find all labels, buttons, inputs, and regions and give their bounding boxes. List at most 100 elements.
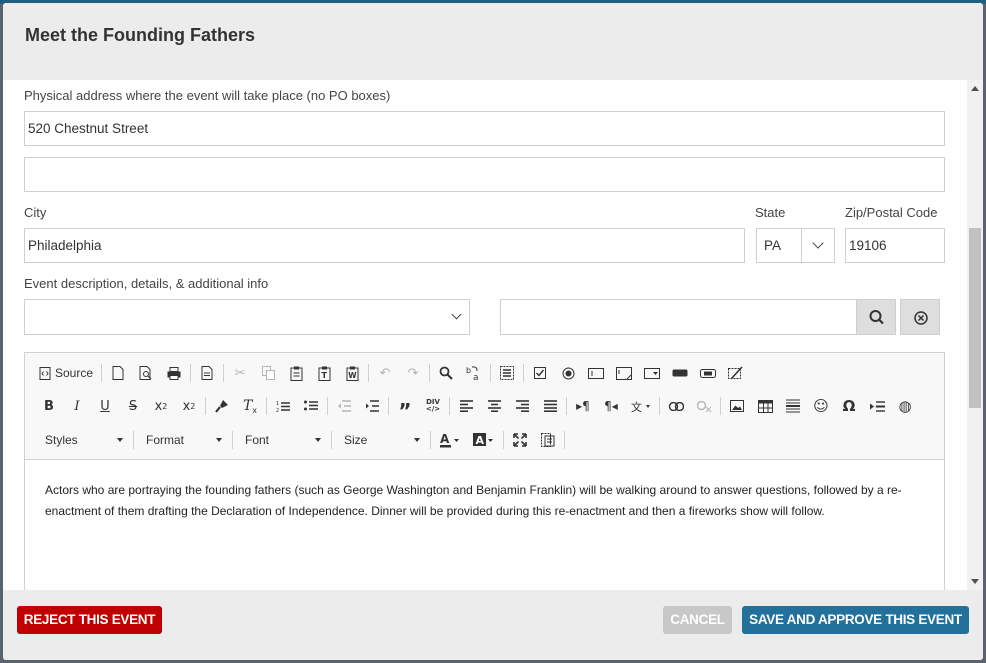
state-select[interactable]: PA: [756, 228, 835, 263]
source-button[interactable]: Source: [35, 360, 99, 386]
italic-icon[interactable]: I: [63, 393, 91, 419]
modal-scrollbar[interactable]: [967, 80, 983, 590]
iframe-globe-icon[interactable]: ◍: [891, 393, 919, 419]
cancel-button[interactable]: CANCEL: [663, 606, 732, 634]
source-icon: [39, 366, 51, 380]
rtl-icon[interactable]: ¶◂: [597, 393, 625, 419]
font-combo[interactable]: Font: [235, 427, 329, 453]
smiley-icon[interactable]: ☺: [807, 393, 835, 419]
remove-format-icon[interactable]: Tx: [236, 393, 264, 419]
chevron-down-icon: [812, 237, 824, 249]
editor-content[interactable]: Actors who are portraying the founding f…: [45, 480, 915, 522]
template-select[interactable]: [24, 299, 470, 335]
modal-footer: REJECT THIS EVENT CANCEL SAVE AND APPROV…: [3, 590, 983, 660]
city-input[interactable]: Philadelphia: [24, 228, 745, 263]
svg-text:A: A: [440, 433, 450, 446]
image-button-icon[interactable]: [694, 360, 722, 386]
bulleted-list-icon[interactable]: [297, 393, 325, 419]
caret-down-icon: [216, 438, 222, 442]
horizontal-line-icon[interactable]: [779, 393, 807, 419]
address-line1-input[interactable]: 520 Chestnut Street: [24, 111, 945, 146]
image-icon[interactable]: [723, 393, 751, 419]
language-icon[interactable]: 文: [625, 393, 657, 419]
text-field-icon[interactable]: [582, 360, 610, 386]
create-div-icon[interactable]: DIV </>: [419, 393, 447, 419]
increase-indent-icon[interactable]: [358, 393, 386, 419]
align-left-icon[interactable]: [452, 393, 480, 419]
numbered-list-icon[interactable]: 12: [269, 393, 297, 419]
rich-text-editor: Source ✂ T W ↶ ↷ b a B I U S x 2 x 2 T x…: [24, 352, 945, 590]
select-all-icon[interactable]: [493, 360, 521, 386]
subscript-icon[interactable]: x2: [147, 393, 175, 419]
scroll-up-arrow-icon[interactable]: [971, 86, 979, 91]
textarea-icon[interactable]: [610, 360, 638, 386]
search-button[interactable]: [856, 299, 896, 335]
paste-text-icon[interactable]: T: [310, 360, 338, 386]
undo-icon[interactable]: ↶: [371, 360, 399, 386]
replace-icon[interactable]: ba: [460, 360, 488, 386]
background-color-icon[interactable]: A: [467, 427, 501, 453]
paste-icon[interactable]: [282, 360, 310, 386]
button-field-icon[interactable]: [666, 360, 694, 386]
scrollbar-thumb[interactable]: [969, 228, 981, 408]
scroll-down-arrow-icon[interactable]: [971, 579, 979, 584]
maximize-icon[interactable]: [506, 427, 534, 453]
description-label: Event description, details, & additional…: [24, 276, 269, 291]
bold-icon[interactable]: B: [35, 393, 63, 419]
styles-combo[interactable]: Styles: [35, 427, 131, 453]
hidden-field-icon[interactable]: [722, 360, 750, 386]
ltr-icon[interactable]: ▸¶: [569, 393, 597, 419]
caret-down-icon: [315, 438, 321, 442]
svg-text:a: a: [473, 373, 479, 381]
new-page-icon[interactable]: [104, 360, 132, 386]
templates-icon[interactable]: [193, 360, 221, 386]
clear-search-button[interactable]: [900, 299, 940, 335]
address-line2-input[interactable]: [24, 157, 945, 192]
toolbar-row-2: B I U S x2 x2 Tx 12 ” DIV </> ▸¶ ¶◂ 文 ☺ …: [35, 392, 919, 423]
modal-body: Physical address where the event will ta…: [3, 80, 967, 590]
save-approve-event-button[interactable]: SAVE AND APPROVE THIS EVENT: [742, 606, 969, 634]
page-break-icon[interactable]: [863, 393, 891, 419]
state-label: State: [755, 205, 786, 220]
zip-input[interactable]: 19106: [845, 228, 945, 263]
format-combo[interactable]: Format: [136, 427, 230, 453]
align-center-icon[interactable]: [480, 393, 508, 419]
checkbox-icon[interactable]: [526, 360, 554, 386]
table-icon[interactable]: [751, 393, 779, 419]
radio-icon[interactable]: [554, 360, 582, 386]
link-icon[interactable]: [662, 393, 690, 419]
print-icon[interactable]: [160, 360, 188, 386]
justify-icon[interactable]: [536, 393, 564, 419]
search-icon: [869, 310, 884, 325]
state-value: PA: [757, 229, 802, 262]
svg-text:A: A: [476, 434, 485, 447]
preview-icon[interactable]: [132, 360, 160, 386]
text-color-icon[interactable]: A: [433, 427, 467, 453]
special-char-icon[interactable]: Ω: [835, 393, 863, 419]
redo-icon[interactable]: ↷: [399, 360, 427, 386]
unlink-icon[interactable]: [690, 393, 718, 419]
underline-icon[interactable]: U: [91, 393, 119, 419]
caret-down-icon: [414, 438, 420, 442]
show-blocks-icon[interactable]: [534, 427, 562, 453]
svg-text:文: 文: [631, 400, 642, 413]
blockquote-icon[interactable]: ”: [391, 393, 419, 423]
size-combo[interactable]: Size: [334, 427, 428, 453]
find-icon[interactable]: [432, 360, 460, 386]
caret-down-icon: [117, 438, 123, 442]
strikethrough-icon[interactable]: S: [119, 393, 147, 419]
toolbar-row-3: Styles Format Font Size A A: [35, 426, 567, 454]
copy-formatting-icon[interactable]: [208, 393, 236, 419]
paste-word-icon[interactable]: W: [338, 360, 366, 386]
copy-icon[interactable]: [254, 360, 282, 386]
select-field-icon[interactable]: [638, 360, 666, 386]
align-right-icon[interactable]: [508, 393, 536, 419]
reject-event-button[interactable]: REJECT THIS EVENT: [17, 606, 162, 634]
cut-icon[interactable]: ✂: [226, 360, 254, 386]
search-input[interactable]: [500, 299, 857, 335]
editor-toolbar: Source ✂ T W ↶ ↷ b a B I U S x 2 x 2 T x…: [25, 353, 944, 460]
modal-title: Meet the Founding Fathers: [25, 25, 256, 45]
svg-text:1: 1: [276, 401, 279, 407]
decrease-indent-icon[interactable]: [330, 393, 358, 419]
superscript-icon[interactable]: x2: [175, 393, 203, 419]
